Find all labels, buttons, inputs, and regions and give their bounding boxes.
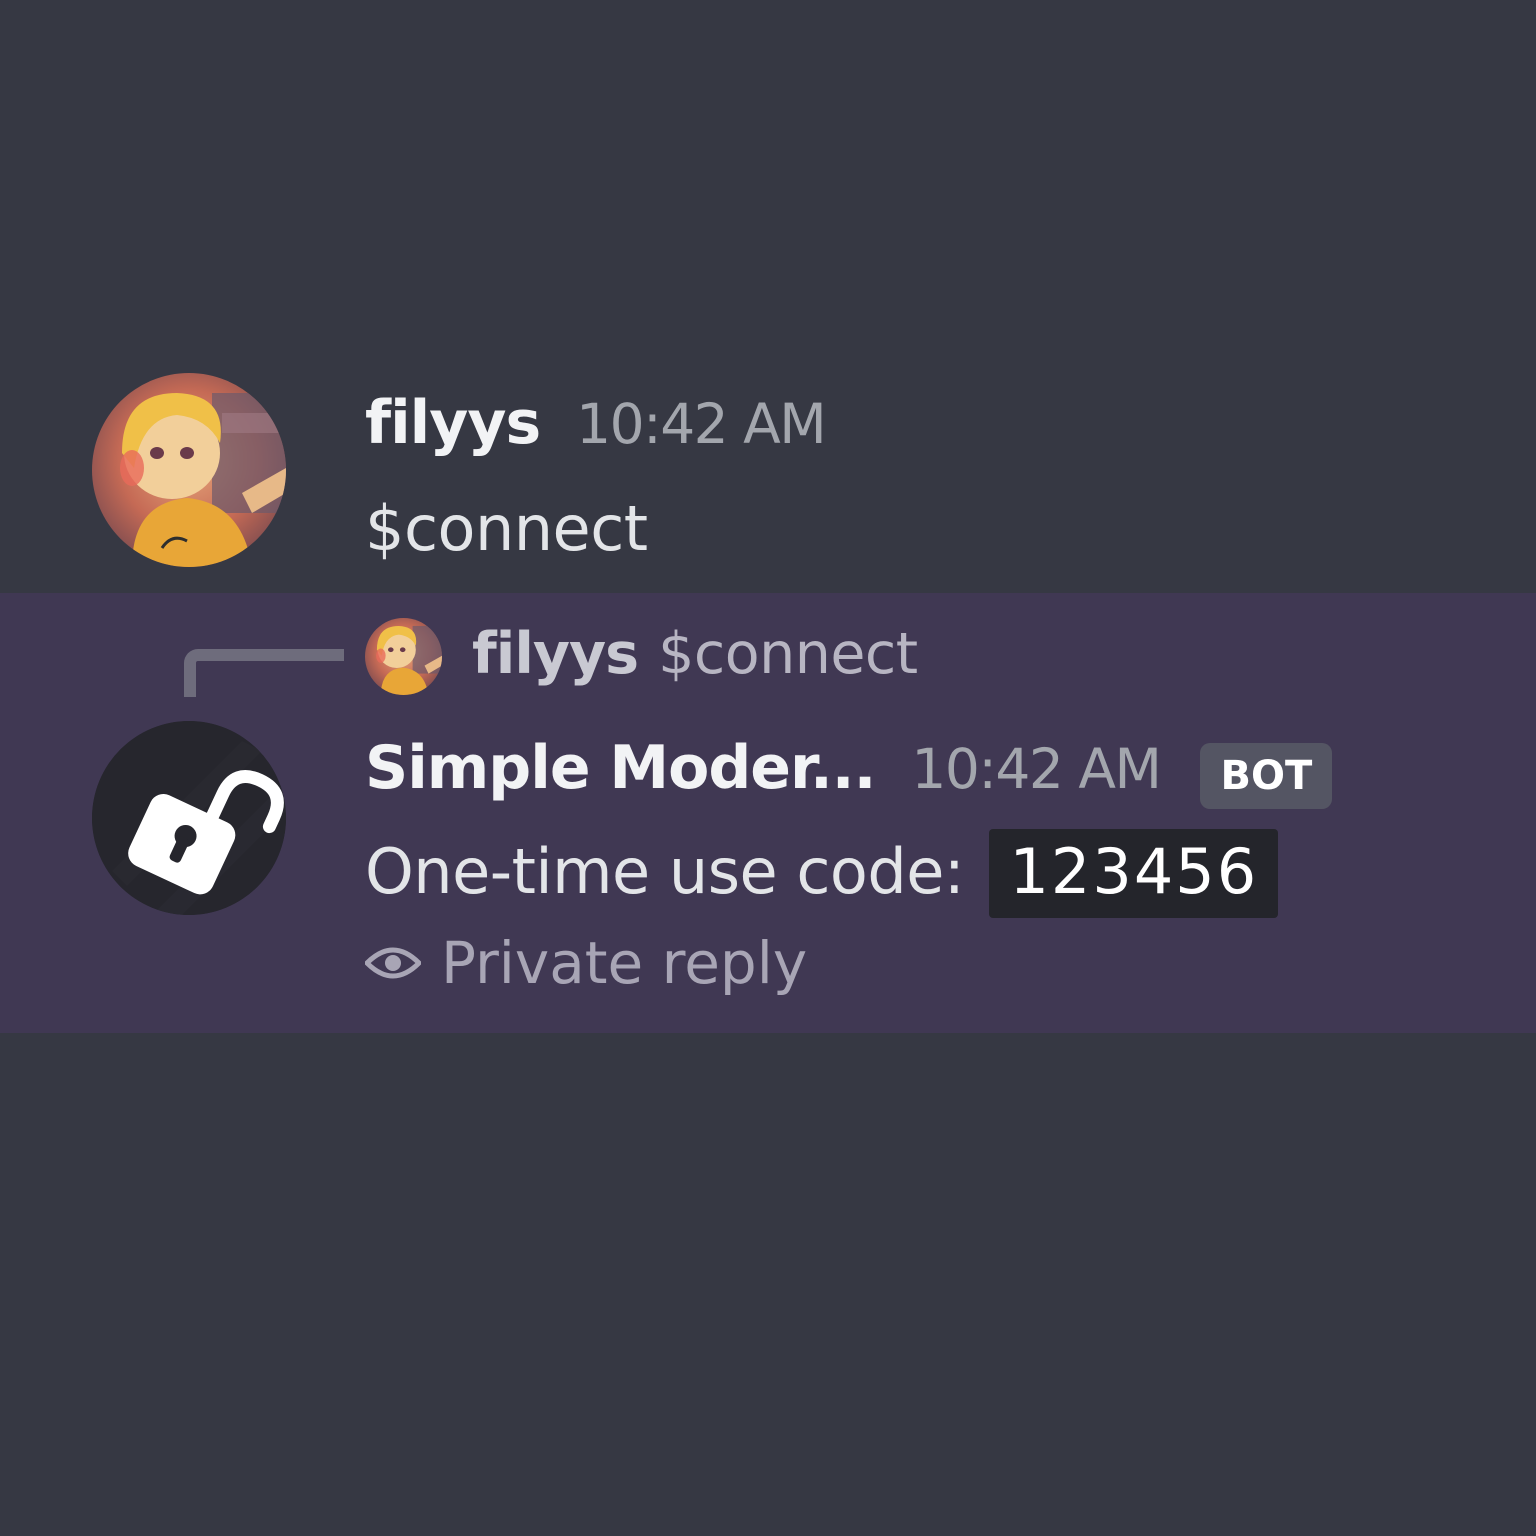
message-user: filyys 10:42 AM $connect: [0, 340, 1536, 592]
author-name[interactable]: filyys: [365, 388, 541, 458]
inline-code[interactable]: 123456: [989, 829, 1279, 918]
reply-reference[interactable]: filyys $connect: [472, 621, 918, 697]
timestamp: 10:42 AM: [576, 392, 827, 456]
ephemeral-notice: Private reply: [365, 929, 807, 997]
reply-content[interactable]: $connect: [658, 621, 918, 687]
bot-badge: BOT: [1200, 742, 1333, 809]
user-avatar[interactable]: [92, 373, 286, 567]
message-content: $connect: [365, 492, 648, 565]
reply-author-name[interactable]: filyys: [472, 621, 639, 687]
reply-avatar[interactable]: [365, 618, 442, 695]
timestamp: 10:42 AM: [911, 737, 1162, 801]
user-avatar-image: [365, 618, 442, 695]
reply-connector: [184, 649, 344, 697]
code-prefix-text: One-time use code:: [365, 835, 965, 908]
message-header: Simple Moder... 10:42 AM BOT: [365, 733, 1333, 813]
private-reply-label: Private reply: [441, 929, 808, 997]
bot-avatar[interactable]: [92, 721, 286, 915]
author-name[interactable]: Simple Moder...: [365, 733, 876, 803]
open-padlock-icon: [92, 721, 286, 915]
eye-icon: [365, 947, 421, 979]
chat-view: filyys 10:42 AM $connect filyys $connect: [0, 0, 1536, 1536]
message-bot-ephemeral: filyys $connect Simple Moder... 10:42 AM BO…: [0, 593, 1536, 1033]
message-header: filyys 10:42 AM: [365, 388, 827, 468]
message-content: One-time use code: 123456: [365, 829, 1279, 918]
user-avatar-image: [92, 373, 286, 567]
